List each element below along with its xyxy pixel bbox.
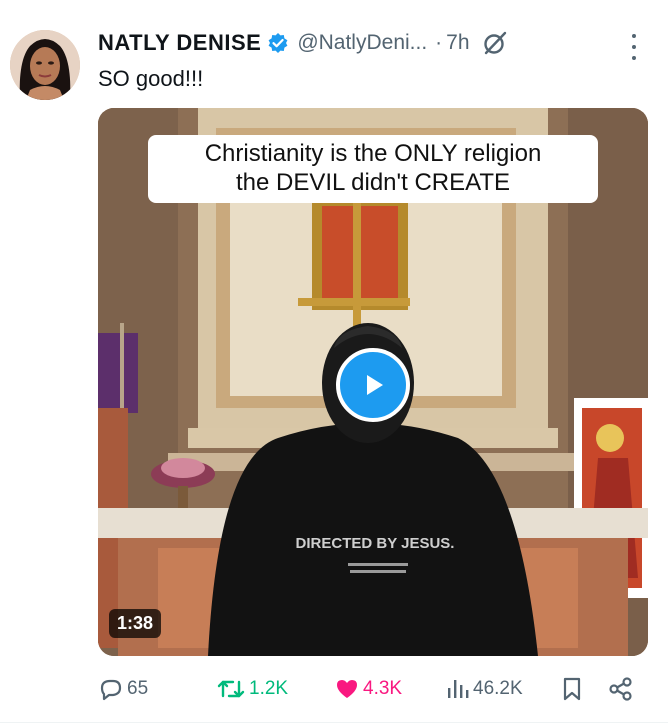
- play-icon: [367, 375, 383, 395]
- tweet-divider: [0, 722, 668, 723]
- author-name[interactable]: NATLY DENISE: [98, 30, 261, 56]
- author-handle[interactable]: @NatlyDeni...: [297, 31, 427, 55]
- reply-icon: [100, 679, 122, 701]
- like-button[interactable]: 4.3K: [334, 672, 402, 706]
- separator-dot: ·: [435, 31, 443, 54]
- caption-line-1: Christianity is the ONLY religion: [204, 140, 542, 167]
- tweet[interactable]: NATLY DENISE @NatlyDeni... · 7h SO good!…: [0, 0, 668, 727]
- more-icon[interactable]: [624, 34, 644, 60]
- action-bar: 65 1.2K 4.3K 46.2K: [98, 672, 644, 706]
- reply-count: 65: [127, 678, 149, 699]
- play-button[interactable]: [336, 348, 410, 422]
- timestamp[interactable]: 7h: [446, 31, 469, 55]
- video-duration: 1:38: [109, 609, 162, 638]
- verified-badge-icon: [267, 32, 289, 54]
- share-button[interactable]: [608, 672, 637, 706]
- video-player[interactable]: DIRECTED BY JESUS. Christianity is the O…: [98, 108, 648, 656]
- repost-button[interactable]: 1.2K: [216, 672, 288, 706]
- views-icon: [448, 680, 469, 698]
- tweet-header: NATLY DENISE @NatlyDeni... · 7h: [98, 28, 508, 58]
- like-count: 4.3K: [363, 678, 403, 699]
- share-icon: [609, 677, 632, 701]
- repost-icon: [217, 680, 245, 698]
- bookmark-icon: [563, 677, 581, 701]
- tweet-text: SO good!!!: [98, 66, 204, 91]
- caption-line-2: the DEVIL didn't CREATE: [235, 169, 511, 196]
- like-icon: [337, 680, 357, 698]
- reply-button[interactable]: 65: [98, 672, 148, 706]
- avatar[interactable]: [10, 30, 80, 100]
- views-button[interactable]: 46.2K: [444, 672, 523, 706]
- bookmark-button[interactable]: [560, 672, 587, 706]
- views-count: 46.2K: [473, 678, 523, 699]
- repost-count: 1.2K: [249, 678, 289, 699]
- grok-icon[interactable]: [482, 30, 508, 56]
- video-caption: Christianity is the ONLY religion the DE…: [148, 135, 598, 203]
- hoodie-text: DIRECTED BY JESUS.: [296, 535, 455, 552]
